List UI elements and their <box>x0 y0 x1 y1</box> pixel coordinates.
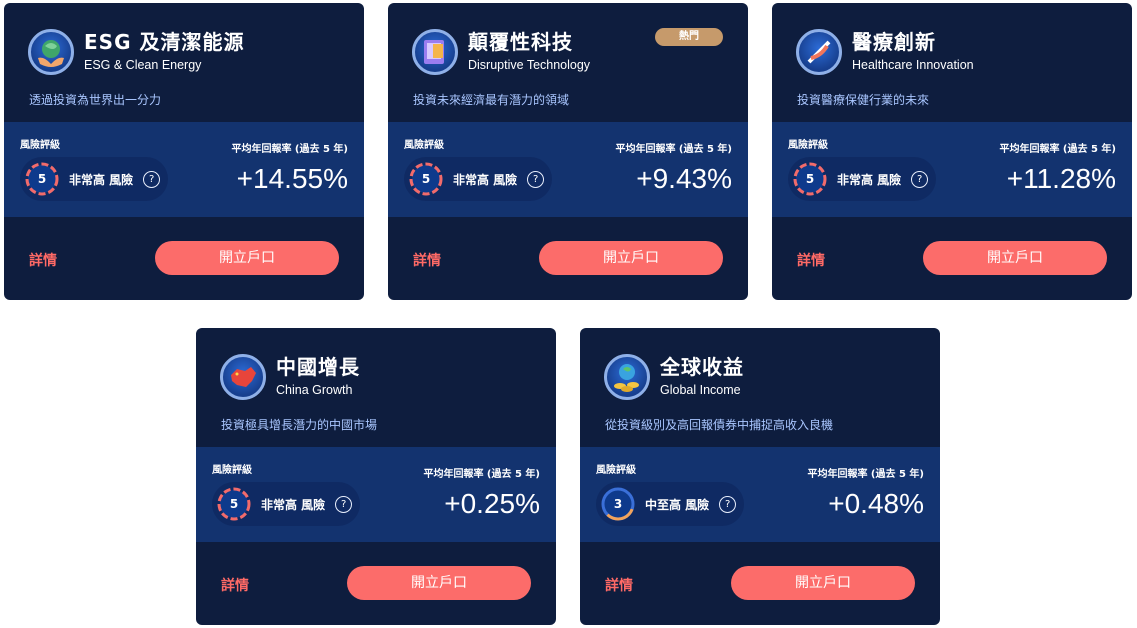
risk-rating-pill: 5 非常高 風險 ? <box>404 157 552 201</box>
open-account-button[interactable]: 開立戶口 <box>731 566 915 600</box>
fund-subtitle: Healthcare Innovation <box>852 58 974 72</box>
fund-description: 從投資級別及高回報債券中捕捉高收入良機 <box>605 418 834 432</box>
return-value: +0.48% <box>828 488 924 519</box>
card-header: ESG 及清潔能源 ESG & Clean Energy <box>28 27 244 77</box>
fund-card-china-growth: 中國增長 China Growth 投資極具增長潛力的中國市場 風險評級 平均年… <box>196 328 556 625</box>
fund-title: 全球收益 <box>660 355 744 379</box>
risk-rating-pill: 5 非常高 風險 ? <box>788 157 936 201</box>
return-label: 平均年回報率 (過去 5 年) <box>423 469 540 480</box>
risk-level: 5 <box>37 172 47 186</box>
fund-description: 透過投資為世界出一分力 <box>29 93 162 107</box>
return-value: +14.55% <box>236 163 348 194</box>
fund-subtitle: Disruptive Technology <box>468 58 591 72</box>
risk-label: 風險評級 <box>404 140 444 151</box>
china-map-icon <box>220 354 266 400</box>
card-header: 全球收益 Global Income <box>604 352 744 402</box>
details-link[interactable]: 詳情 <box>605 575 633 595</box>
return-label: 平均年回報率 (過去 5 年) <box>231 144 348 155</box>
tablet-tech-icon <box>412 29 458 75</box>
hot-badge: 熱門 <box>655 28 723 46</box>
metrics-band: 風險評級 平均年回報率 (過去 5 年) 5 非常高 風險 ? +11.28% <box>772 122 1132 217</box>
risk-level: 5 <box>229 497 239 511</box>
details-link[interactable]: 詳情 <box>413 250 441 270</box>
fund-description: 投資極具增長潛力的中國市場 <box>221 418 378 432</box>
risk-text: 中至高 風險 <box>645 497 710 512</box>
risk-text: 非常高 風險 <box>453 172 518 187</box>
metrics-band: 風險評級 平均年回報率 (過去 5 年) 5 非常高 風險 ? +9.43% <box>388 122 748 217</box>
help-icon[interactable]: ? <box>335 495 353 513</box>
fund-description: 投資醫療保健行業的未來 <box>797 93 930 107</box>
risk-rating-pill: 5 非常高 風險 ? <box>212 482 360 526</box>
risk-rating-pill: 5 非常高 風險 ? <box>20 157 168 201</box>
risk-label: 風險評級 <box>212 465 252 476</box>
risk-gauge: 3 <box>600 486 636 522</box>
fund-subtitle: China Growth <box>276 383 353 397</box>
fund-subtitle: Global Income <box>660 383 741 397</box>
fund-subtitle: ESG & Clean Energy <box>84 58 202 72</box>
details-link[interactable]: 詳情 <box>221 575 249 595</box>
globe-hands-icon <box>28 29 74 75</box>
return-value: +11.28% <box>1006 163 1116 194</box>
risk-gauge: 5 <box>216 486 252 522</box>
risk-gauge: 5 <box>792 161 828 197</box>
risk-label: 風險評級 <box>788 140 828 151</box>
risk-level: 5 <box>805 172 815 186</box>
fund-description: 投資未來經濟最有潛力的領域 <box>413 93 570 107</box>
return-label: 平均年回報率 (過去 5 年) <box>807 469 924 480</box>
risk-gauge: 5 <box>408 161 444 197</box>
risk-label: 風險評級 <box>20 140 60 151</box>
details-link[interactable]: 詳情 <box>29 250 57 270</box>
return-value: +9.43% <box>636 163 732 194</box>
card-header: 顛覆性科技 Disruptive Technology <box>412 27 590 77</box>
fund-title: 醫療創新 <box>852 30 936 54</box>
open-account-button[interactable]: 開立戶口 <box>923 241 1107 275</box>
return-label: 平均年回報率 (過去 5 年) <box>999 144 1116 155</box>
dna-icon <box>796 29 842 75</box>
details-link[interactable]: 詳情 <box>797 250 825 270</box>
fund-title: 中國增長 <box>276 355 360 379</box>
fund-card-global-income: 全球收益 Global Income 從投資級別及高回報債券中捕捉高收入良機 風… <box>580 328 940 625</box>
help-icon[interactable]: ? <box>719 495 737 513</box>
help-icon[interactable]: ? <box>527 170 545 188</box>
risk-level: 5 <box>421 172 431 186</box>
fund-card-disruptive-tech: 顛覆性科技 Disruptive Technology 熱門 投資未來經濟最有潛… <box>388 3 748 300</box>
risk-rating-pill: 3 中至高 風險 ? <box>596 482 744 526</box>
help-icon[interactable]: ? <box>911 170 929 188</box>
fund-card-esg: ESG 及清潔能源 ESG & Clean Energy 透過投資為世界出一分力… <box>4 3 364 300</box>
open-account-button[interactable]: 開立戶口 <box>347 566 531 600</box>
risk-text: 非常高 風險 <box>837 172 902 187</box>
risk-text: 非常高 風險 <box>261 497 326 512</box>
fund-title: ESG 及清潔能源 <box>84 30 245 54</box>
metrics-band: 風險評級 平均年回報率 (過去 5 年) 5 非常高 風險 ? +0.25% <box>196 447 556 542</box>
fund-title: 顛覆性科技 <box>468 30 573 54</box>
return-value: +0.25% <box>444 488 540 519</box>
risk-label: 風險評級 <box>596 465 636 476</box>
open-account-button[interactable]: 開立戶口 <box>155 241 339 275</box>
metrics-band: 風險評級 平均年回報率 (過去 5 年) 5 非常高 風險 ? +14.55% <box>4 122 364 217</box>
fund-card-healthcare: 醫療創新 Healthcare Innovation 投資醫療保健行業的未來 風… <box>772 3 1132 300</box>
card-header: 中國增長 China Growth <box>220 352 360 402</box>
risk-gauge: 5 <box>24 161 60 197</box>
risk-text: 非常高 風險 <box>69 172 134 187</box>
globe-coins-icon <box>604 354 650 400</box>
help-icon[interactable]: ? <box>143 170 161 188</box>
card-header: 醫療創新 Healthcare Innovation <box>796 27 974 77</box>
return-label: 平均年回報率 (過去 5 年) <box>615 144 732 155</box>
open-account-button[interactable]: 開立戶口 <box>539 241 723 275</box>
risk-level: 3 <box>613 497 623 511</box>
metrics-band: 風險評級 平均年回報率 (過去 5 年) 3 中至高 風險 ? +0.48% <box>580 447 940 542</box>
